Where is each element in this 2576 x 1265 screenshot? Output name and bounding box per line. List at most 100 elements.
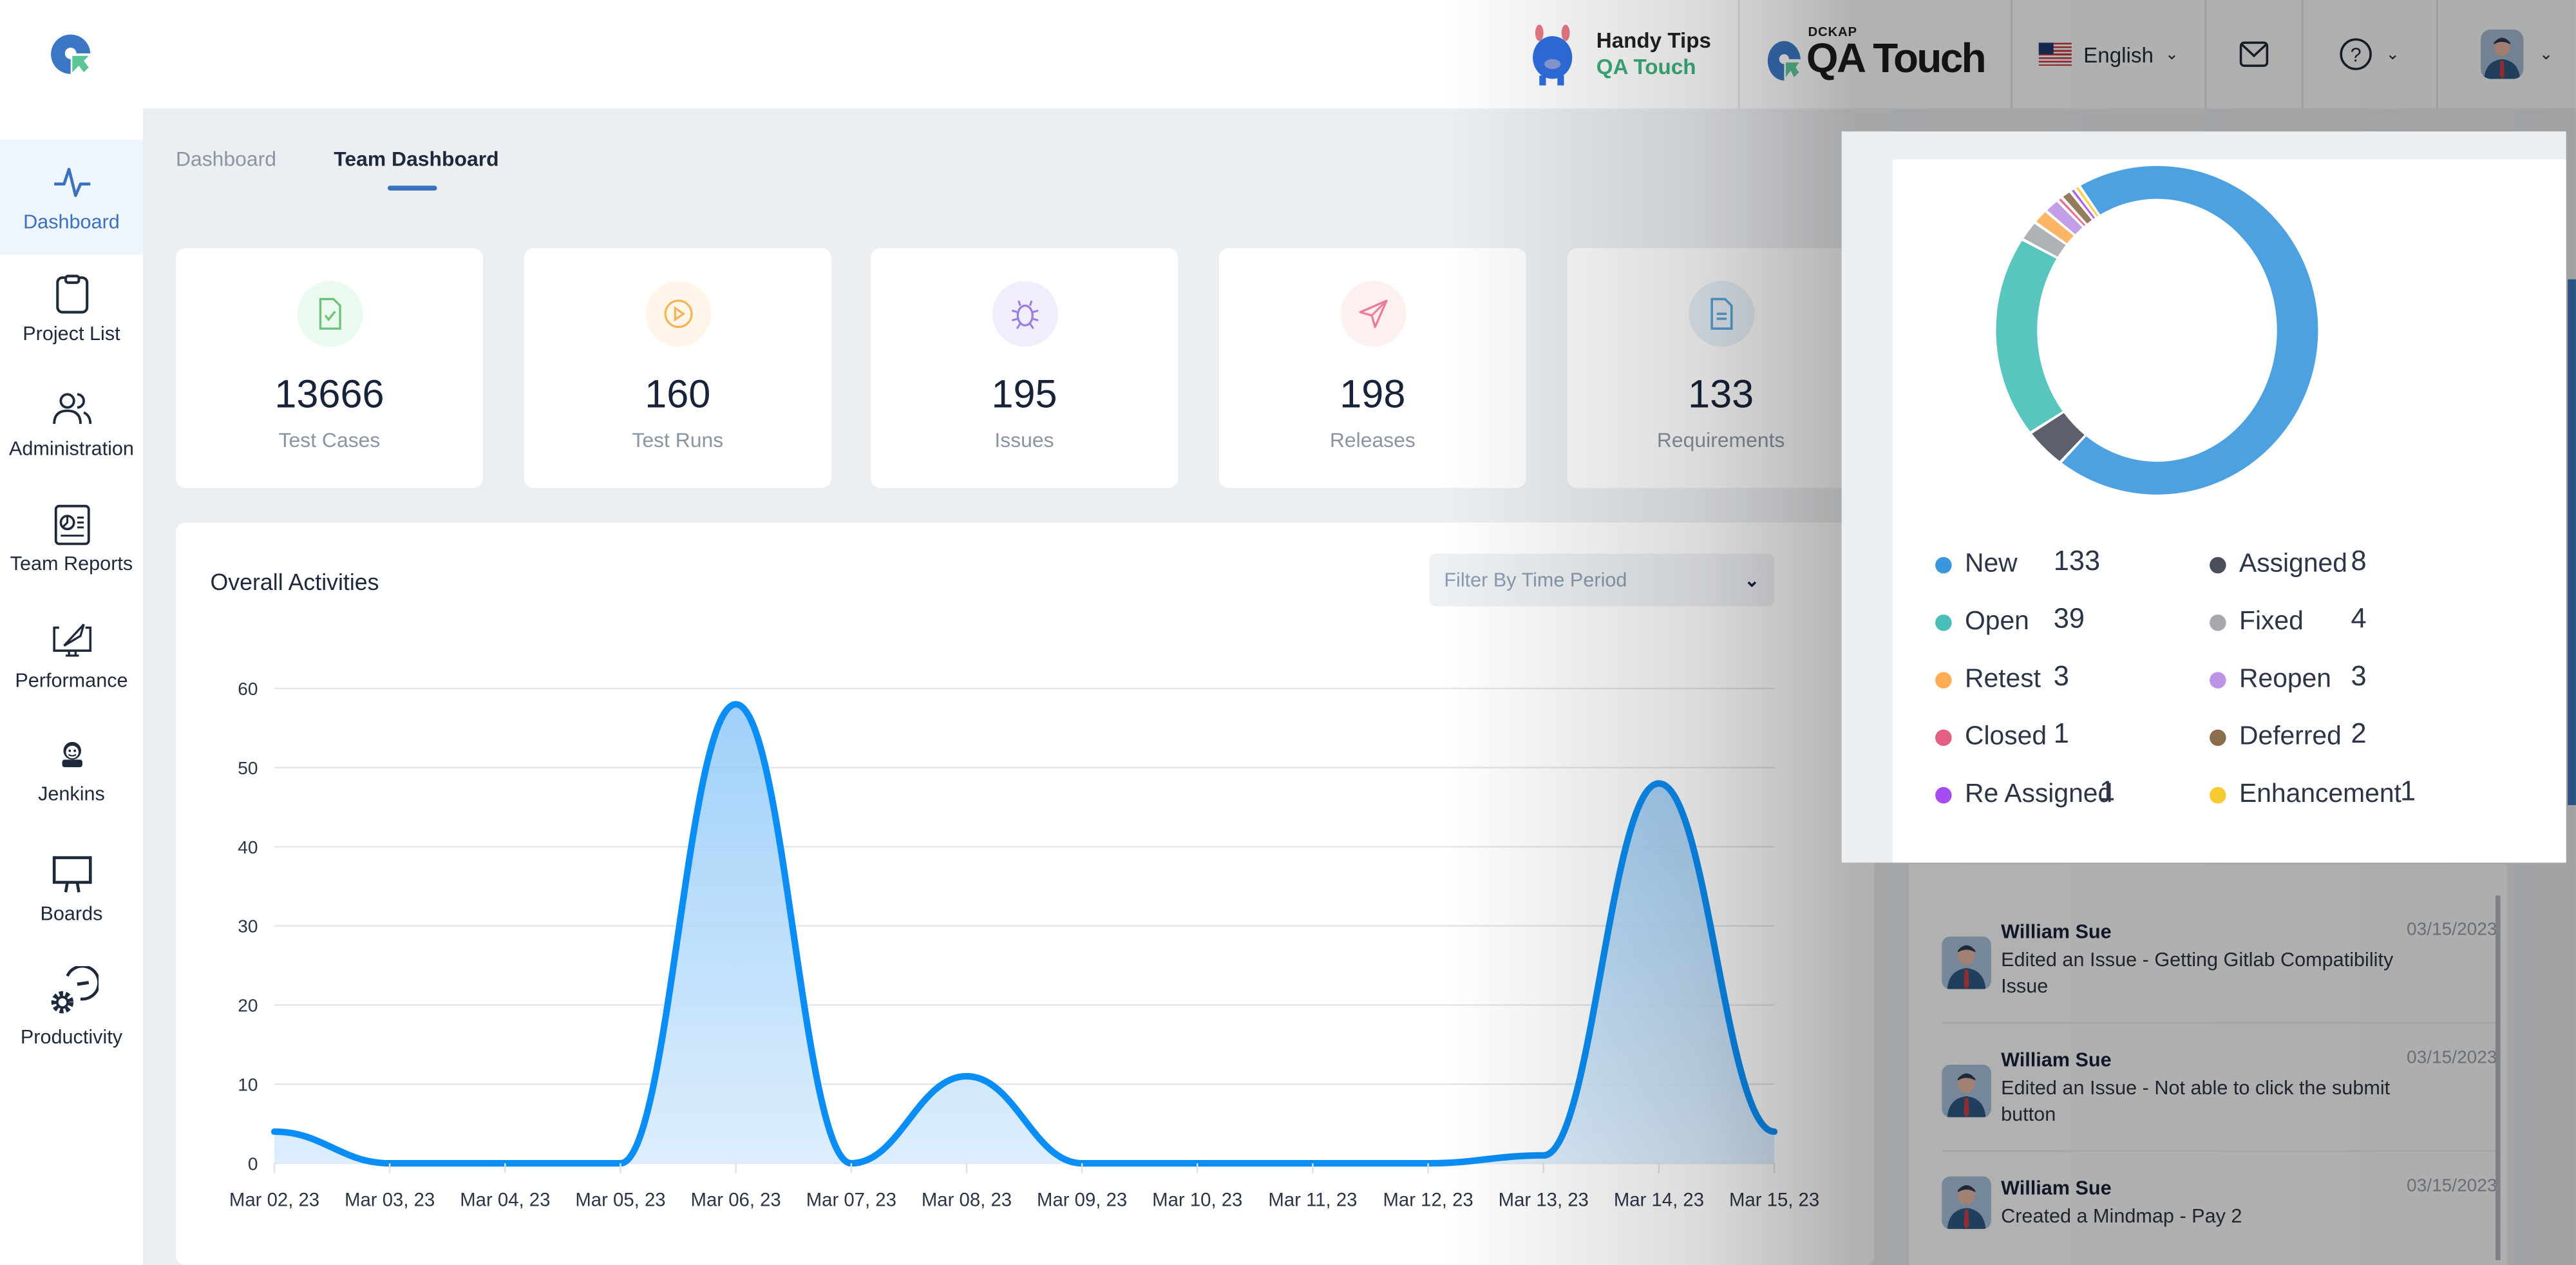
legend-item[interactable]: Closed 1 xyxy=(1935,718,2069,752)
y-tick-label: 50 xyxy=(238,758,258,778)
qa-touch-logo[interactable] xyxy=(50,33,92,75)
brand-name: QA Touch xyxy=(1806,36,1987,82)
rocket-monitor-icon xyxy=(52,623,91,657)
stat-value: 195 xyxy=(991,373,1057,417)
help-menu[interactable]: ? ⌄ xyxy=(2302,0,2436,109)
legend-value: 2 xyxy=(2351,718,2367,750)
mail-icon xyxy=(2240,41,2269,67)
legend-value: 1 xyxy=(2400,775,2416,807)
area-fill xyxy=(274,704,1775,1164)
language-selector[interactable]: English ⌄ xyxy=(2011,0,2205,109)
stat-label: Test Cases xyxy=(278,428,381,452)
x-tick-label: Mar 05, 23 xyxy=(575,1189,665,1210)
legend-item[interactable]: Fixed 4 xyxy=(2210,603,2367,638)
feed-scrollbar[interactable] xyxy=(2495,895,2501,1260)
sidebar-item-label: Productivity xyxy=(20,1025,123,1049)
issue-status-donut-chart xyxy=(1996,166,2318,495)
stat-icon-wrap xyxy=(645,281,711,347)
stat-card-test-runs[interactable]: 160 Test Runs xyxy=(524,248,831,488)
y-tick-label: 20 xyxy=(238,996,258,1016)
handy-tips-subtitle: QA Touch xyxy=(1596,54,1696,79)
chevron-down-icon: ⌄ xyxy=(2164,45,2179,64)
legend-value: 1 xyxy=(2099,775,2116,807)
legend-label: Enhancement xyxy=(2239,780,2401,809)
brand-name-row: QA Touch xyxy=(1765,36,1987,84)
y-tick-label: 60 xyxy=(238,679,258,699)
data-point[interactable] xyxy=(1654,779,1663,788)
tab-dashboard[interactable]: Dashboard xyxy=(176,148,276,187)
feed-text: Edited an Issue - Not able to click the … xyxy=(2001,1076,2391,1126)
send-icon xyxy=(1358,300,1387,328)
feed-user-name: William Sue xyxy=(2001,1048,2112,1072)
sidebar-item-dashboard[interactable]: Dashboard xyxy=(0,139,143,255)
donut-slice-new[interactable] xyxy=(2061,166,2318,495)
y-tick-label: 10 xyxy=(238,1074,258,1094)
sidebar-item-team-reports[interactable]: Team Reports xyxy=(0,503,143,575)
x-tick-label: Mar 11, 23 xyxy=(1268,1189,1357,1210)
user-avatar xyxy=(2480,29,2523,79)
sidebar-item-project-list[interactable]: Project List xyxy=(0,272,143,345)
legend-item[interactable]: Retest 3 xyxy=(1935,661,2069,695)
board-icon xyxy=(52,856,91,893)
user-avatar xyxy=(1942,937,1991,989)
sidebar-item-label: Team Reports xyxy=(10,552,133,575)
tab-team-dashboard[interactable]: Team Dashboard xyxy=(334,148,499,191)
legend-item[interactable]: Reopen 3 xyxy=(2210,661,2367,695)
stat-value: 160 xyxy=(645,373,711,417)
chevron-down-icon: ⌄ xyxy=(2539,45,2553,64)
handy-tips[interactable]: Handy Tips QA Touch xyxy=(1498,0,1738,108)
sidebar-item-label: Project List xyxy=(23,321,120,345)
data-point[interactable] xyxy=(1769,1127,1779,1136)
stat-card-requirements[interactable]: 133 Requirements xyxy=(1567,248,1875,488)
stat-card-test-cases[interactable]: 13666 Test Cases xyxy=(175,248,483,488)
y-tick-label: 30 xyxy=(238,917,258,937)
stat-card-releases[interactable]: 198 Releases xyxy=(1218,248,1526,488)
series-line[interactable] xyxy=(270,701,1778,1167)
feed-date: 03/15/2023 xyxy=(2407,1176,2497,1197)
stat-card-issues[interactable]: 195 Issues xyxy=(871,248,1179,488)
legend-item[interactable]: Re Assigned 1 xyxy=(1935,775,2115,810)
sidebar-item-administration[interactable]: Administration xyxy=(0,388,143,460)
legend-label: Deferred xyxy=(2239,723,2342,751)
sidebar-item-performance[interactable]: Performance xyxy=(0,620,143,692)
legend-item[interactable]: Open 39 xyxy=(1935,603,2085,638)
legend-item[interactable]: Assigned 8 xyxy=(2210,546,2367,580)
sidebar-item-jenkins[interactable]: Jenkins xyxy=(0,739,143,805)
legend-item[interactable]: Deferred 2 xyxy=(2210,718,2367,752)
user-menu[interactable]: ⌄ xyxy=(2436,0,2576,109)
stat-icon-wrap xyxy=(296,281,363,347)
donut-slice-open[interactable] xyxy=(1996,240,2063,432)
legend-dot-icon xyxy=(1935,556,1952,574)
y-tick-label: 0 xyxy=(248,1154,258,1174)
legend-label: Retest xyxy=(1964,665,2041,694)
mail-button[interactable] xyxy=(2205,0,2302,109)
data-point[interactable] xyxy=(961,1071,971,1081)
legend-item[interactable]: Enhancement 1 xyxy=(2210,775,2416,810)
stat-label: Releases xyxy=(1329,428,1416,452)
sidebar-item-productivity[interactable]: Productivity xyxy=(0,965,143,1049)
dckap-qa-touch-brand[interactable]: DCKAP QA Touch xyxy=(1737,0,2011,109)
legend-dot-icon xyxy=(1935,729,1952,747)
clipboard-icon xyxy=(55,274,88,314)
data-point[interactable] xyxy=(1539,1150,1548,1160)
brand-logo-icon xyxy=(1766,40,1800,80)
stat-label: Requirements xyxy=(1656,428,1785,452)
divider xyxy=(1942,1150,2497,1152)
user-avatar xyxy=(1942,1176,1991,1230)
feed-text: Edited an Issue - Getting Gitlab Compati… xyxy=(2001,947,2394,998)
x-tick-label: Mar 03, 23 xyxy=(345,1189,435,1210)
legend-dot-icon xyxy=(2210,786,2226,804)
overall-activities-panel: Overall Activities Filter By Time Period… xyxy=(175,522,1875,1265)
legend-label: Fixed xyxy=(2239,607,2304,636)
data-point[interactable] xyxy=(269,1127,279,1136)
legend-item[interactable]: New 133 xyxy=(1935,546,2100,580)
sidebar-item-boards[interactable]: Boards xyxy=(0,853,143,925)
x-tick-label: Mar 13, 23 xyxy=(1499,1189,1589,1210)
file-check-icon xyxy=(318,298,341,330)
legend-value: 133 xyxy=(2053,545,2101,577)
stat-value: 133 xyxy=(1688,373,1754,417)
data-point[interactable] xyxy=(731,699,741,709)
sidebar-item-label: Jenkins xyxy=(38,782,105,805)
legend-dot-icon xyxy=(1935,786,1952,804)
page-scrollbar[interactable] xyxy=(2568,279,2576,805)
